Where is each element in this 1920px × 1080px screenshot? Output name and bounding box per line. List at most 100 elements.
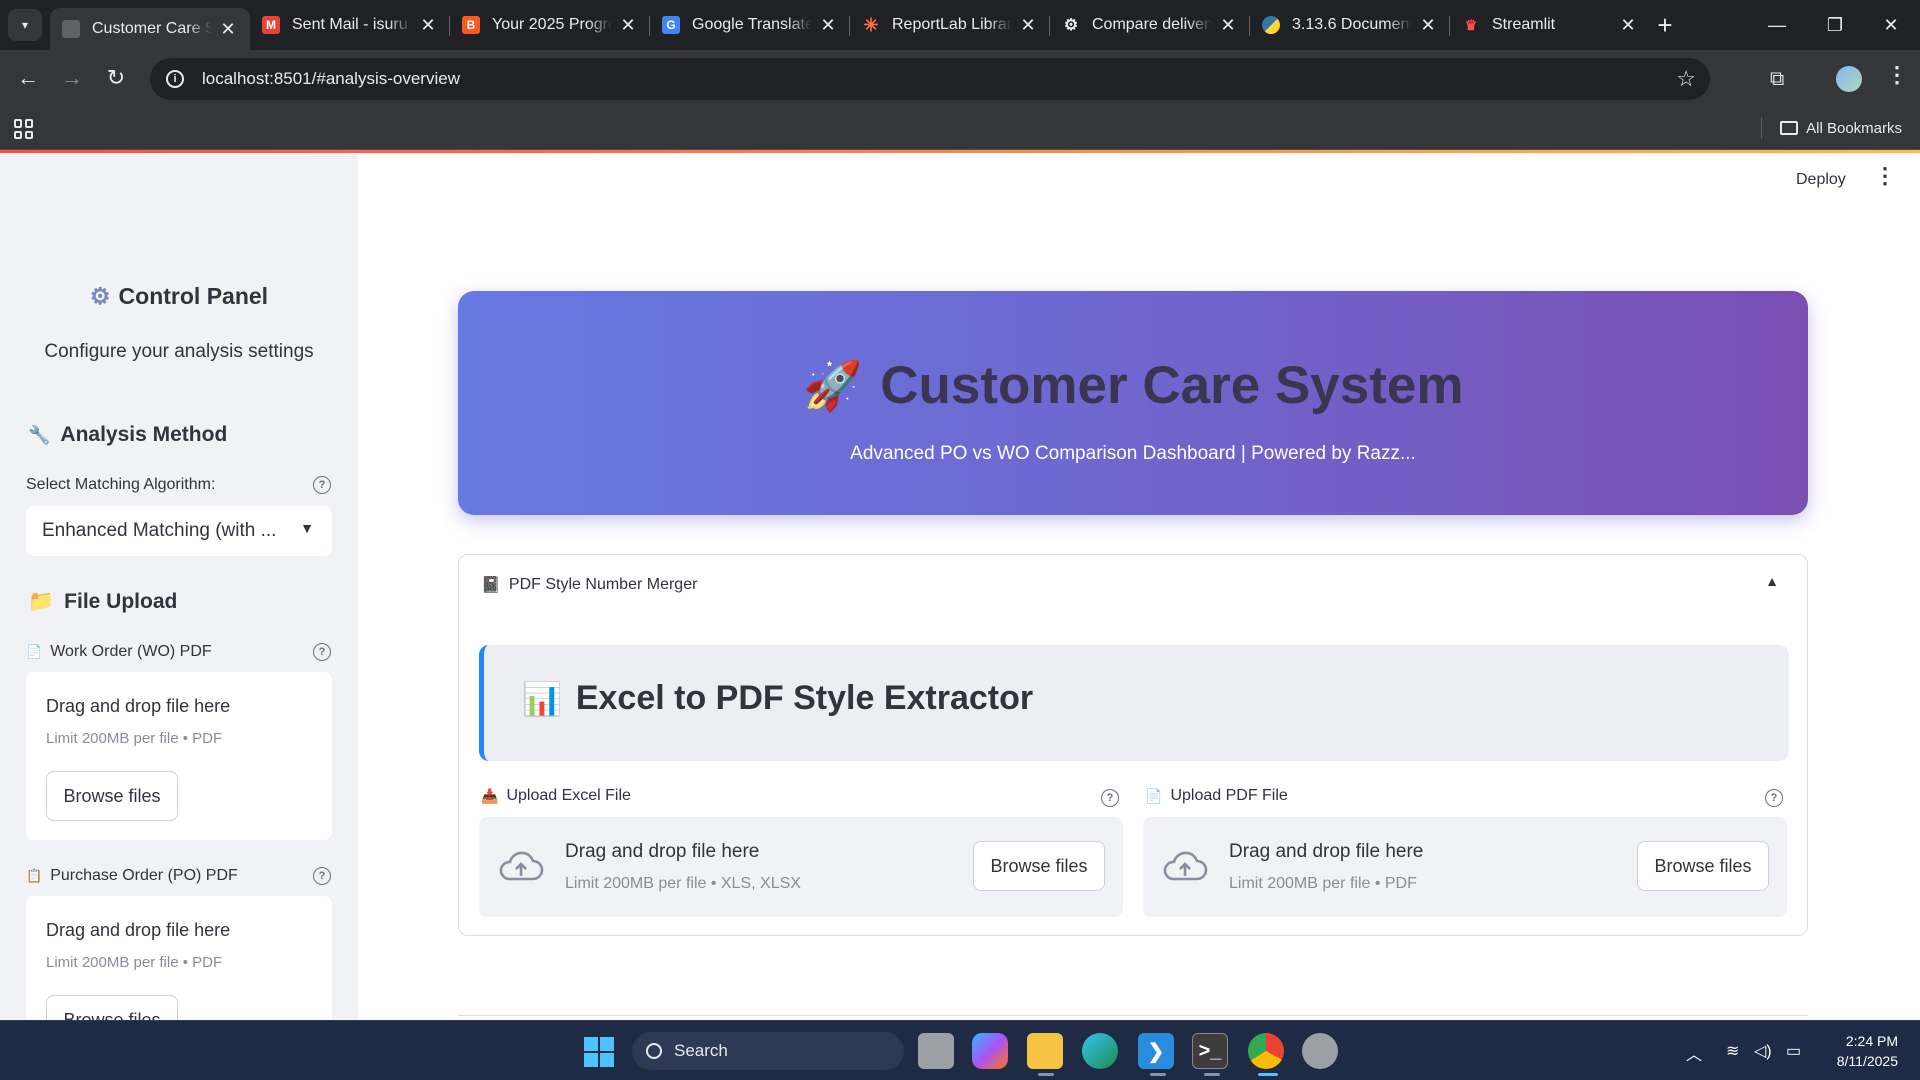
chevron-up-icon[interactable]: ︿ xyxy=(1686,1041,1702,1065)
close-tab-icon[interactable]: ✕ xyxy=(218,19,238,40)
algorithm-select[interactable]: Enhanced Matching (with ... ▼ xyxy=(26,506,332,556)
drag-drop-text: Drag and drop file here xyxy=(565,841,760,862)
expander-title: PDF Style Number Merger xyxy=(508,576,698,593)
chrome-icon[interactable] xyxy=(1248,1033,1284,1069)
document-icon: 📄 xyxy=(1145,787,1163,804)
deploy-button[interactable]: Deploy xyxy=(1788,165,1854,195)
cloud-upload-icon xyxy=(499,851,544,881)
browser-tab[interactable]: G Google Translate ✕ xyxy=(650,0,850,50)
main-menu-icon[interactable]: ⋮ xyxy=(1874,163,1896,189)
new-tab-button[interactable]: + xyxy=(1650,10,1680,40)
close-tab-icon[interactable]: ✕ xyxy=(418,15,438,36)
book-icon: 📓 xyxy=(481,577,501,594)
hero-subtitle: Advanced PO vs WO Comparison Dashboard |… xyxy=(850,443,1416,464)
active-indicator xyxy=(1204,1073,1220,1076)
address-bar[interactable]: i localhost:8501/#analysis-overview ☆ xyxy=(150,58,1710,100)
active-indicator xyxy=(1150,1073,1166,1076)
tab-title: ReportLab Library xyxy=(892,16,1012,33)
profile-avatar[interactable] xyxy=(1836,66,1862,92)
tab-search-button[interactable]: ▾ xyxy=(8,9,42,41)
excel-browse-button[interactable]: Browse files xyxy=(973,841,1105,891)
file-explorer-icon[interactable] xyxy=(1027,1033,1063,1069)
battery-icon[interactable]: ▭ xyxy=(1786,1041,1801,1061)
browser-tab[interactable]: M Sent Mail - isuru ✕ xyxy=(250,0,450,50)
windows-start-icon[interactable] xyxy=(584,1037,614,1067)
edge-icon[interactable] xyxy=(1082,1033,1118,1069)
settings-icon[interactable] xyxy=(1302,1033,1338,1069)
restore-icon[interactable]: ❐ xyxy=(1806,0,1864,50)
po-browse-button[interactable]: Browse files xyxy=(46,995,178,1020)
pdf-file-dropzone[interactable]: Drag and drop file here Limit 200MB per … xyxy=(1143,817,1787,917)
site-info-icon[interactable]: i xyxy=(166,70,184,88)
apps-grid-icon[interactable] xyxy=(14,119,34,139)
hero-title-text: Customer Care System xyxy=(880,356,1464,415)
tab-favicon xyxy=(62,20,80,38)
browser-tab[interactable]: ✳ ReportLab Library ✕ xyxy=(850,0,1050,50)
help-icon[interactable]: ? xyxy=(1765,789,1783,807)
wifi-icon[interactable]: ≋ xyxy=(1726,1041,1739,1061)
close-tab-icon[interactable]: ✕ xyxy=(1018,15,1038,36)
style-merger-expander: 📓 PDF Style Number Merger ▲ 📊 Excel to P… xyxy=(458,554,1808,936)
callout-title-text: Excel to PDF Style Extractor xyxy=(575,679,1034,717)
wo-browse-button[interactable]: Browse files xyxy=(46,771,178,821)
sidebar-subtitle: Configure your analysis settings xyxy=(44,341,314,362)
python-icon xyxy=(1262,16,1280,34)
wo-file-dropzone[interactable]: Drag and drop file here Limit 200MB per … xyxy=(26,672,332,840)
browser-tab[interactable]: ⚙ Compare delivery ✕ xyxy=(1050,0,1250,50)
file-limit-text: Limit 200MB per file • PDF xyxy=(1229,875,1417,892)
help-icon[interactable]: ? xyxy=(313,867,331,885)
help-icon[interactable]: ? xyxy=(313,476,331,494)
browser-tab[interactable]: ♛ Streamlit ✕ xyxy=(1450,0,1650,50)
task-view-icon[interactable] xyxy=(918,1033,954,1069)
browser-toolbar: ← → ↻ i localhost:8501/#analysis-overvie… xyxy=(0,50,1920,108)
chrome-menu-icon[interactable]: ⋮ xyxy=(1886,62,1908,88)
file-limit-text: Limit 200MB per file • PDF xyxy=(46,730,223,747)
volume-icon[interactable]: ◁) xyxy=(1754,1041,1772,1061)
close-tab-icon[interactable]: ✕ xyxy=(1618,15,1638,36)
close-tab-icon[interactable]: ✕ xyxy=(1218,15,1238,36)
tab-title: 3.13.6 Documentation xyxy=(1292,16,1412,33)
wo-upload-label-text: Work Order (WO) PDF xyxy=(50,643,212,660)
back-icon[interactable]: ← xyxy=(10,60,46,96)
help-icon[interactable]: ? xyxy=(313,643,331,661)
pdf-upload-label-text: Upload PDF File xyxy=(1170,787,1288,804)
tab-title: Streamlit xyxy=(1492,16,1556,33)
rocket-icon: 🚀 xyxy=(802,360,863,413)
tab-title: Google Translate xyxy=(692,16,812,33)
bookmark-star-icon[interactable]: ☆ xyxy=(1676,66,1696,92)
all-bookmarks-label: All Bookmarks xyxy=(1806,119,1902,137)
po-file-dropzone[interactable]: Drag and drop file here Limit 200MB per … xyxy=(26,896,332,1020)
excel-file-dropzone[interactable]: Drag and drop file here Limit 200MB per … xyxy=(479,817,1123,917)
reload-icon[interactable]: ↻ xyxy=(98,60,134,96)
expander-header[interactable]: 📓 PDF Style Number Merger xyxy=(481,575,697,595)
all-bookmarks-button[interactable]: All Bookmarks xyxy=(1761,118,1902,138)
terminal-icon[interactable]: >_ xyxy=(1192,1033,1228,1069)
copilot-icon[interactable] xyxy=(972,1033,1008,1069)
taskbar-search[interactable]: Search xyxy=(632,1032,904,1070)
po-upload-label-text: Purchase Order (PO) PDF xyxy=(50,867,238,884)
help-icon[interactable]: ? xyxy=(1101,789,1119,807)
active-indicator xyxy=(1258,1073,1278,1076)
pdf-browse-button[interactable]: Browse files xyxy=(1637,841,1769,891)
google-translate-icon: G xyxy=(662,16,680,34)
browser-tab[interactable]: B Your 2025 Progress ✕ xyxy=(450,0,650,50)
close-tab-icon[interactable]: ✕ xyxy=(818,15,838,36)
url-text[interactable]: localhost:8501/#analysis-overview xyxy=(202,69,460,89)
hero-banner: 🚀 Customer Care System Advanced PO vs WO… xyxy=(458,291,1808,515)
extensions-icon[interactable]: ⧉ xyxy=(1770,68,1784,91)
close-tab-icon[interactable]: ✕ xyxy=(1418,15,1438,36)
browser-tab[interactable]: Customer Care System ✕ xyxy=(50,8,250,50)
algorithm-select-value: Enhanced Matching (with ... xyxy=(42,520,277,541)
chevron-up-icon[interactable]: ▲ xyxy=(1765,573,1779,589)
taskbar-clock[interactable]: 2:24 PM 8/11/2025 xyxy=(1837,1031,1898,1071)
pdf-upload-label: 📄 Upload PDF File xyxy=(1145,787,1288,805)
close-tab-icon[interactable]: ✕ xyxy=(618,15,638,36)
minimize-icon[interactable]: — xyxy=(1748,0,1806,50)
cloud-upload-icon xyxy=(1163,851,1208,881)
document-icon: 📄 xyxy=(26,644,43,659)
browser-tab[interactable]: 3.13.6 Documentation ✕ xyxy=(1250,0,1450,50)
vscode-icon[interactable]: ❯ xyxy=(1138,1033,1174,1069)
folder-icon xyxy=(1780,121,1799,135)
forward-icon[interactable]: → xyxy=(54,60,90,96)
close-window-icon[interactable]: ✕ xyxy=(1862,0,1920,50)
